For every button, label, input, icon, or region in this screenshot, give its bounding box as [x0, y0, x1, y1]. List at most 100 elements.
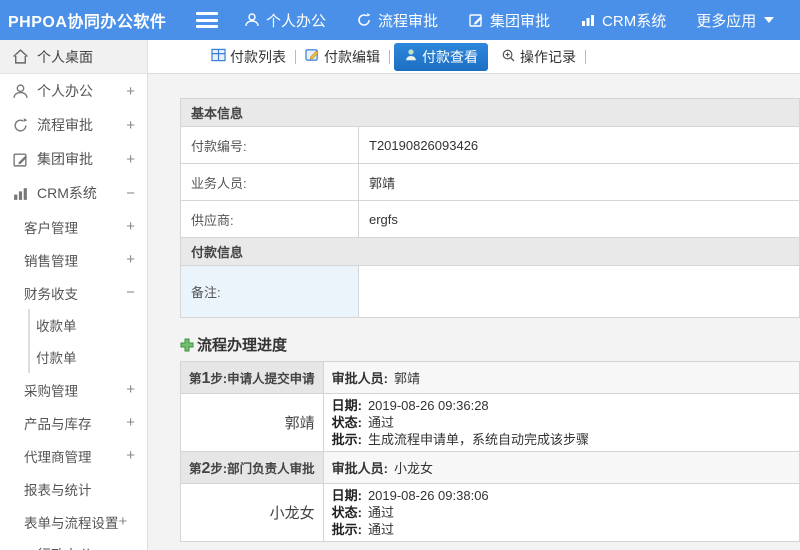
- tab-separator: [585, 49, 586, 64]
- step-header-row: 第2步:部门负责人审批 审批人员: 小龙女: [180, 451, 800, 484]
- tab-payment-list[interactable]: 付款列表: [202, 47, 295, 67]
- step-approver: 审批人员: 郭靖: [322, 361, 800, 394]
- tab-label: 付款列表: [230, 48, 286, 65]
- home-icon: [12, 48, 29, 65]
- expand-icon[interactable]: +: [126, 251, 135, 268]
- sidebar-item-personal-office[interactable]: 个人办公 +: [0, 74, 147, 108]
- sidebar-item-admin-office[interactable]: 行政办公 +: [0, 538, 147, 550]
- sidebar-item-purchase-mgmt[interactable]: 采购管理 +: [0, 373, 147, 406]
- edit-icon: [468, 12, 484, 28]
- nav-group-approval[interactable]: 集团审批: [468, 10, 550, 31]
- detail-line: 日期: 2019-08-26 09:38:06: [331, 488, 489, 503]
- collapse-icon[interactable]: −: [126, 185, 135, 202]
- sidebar-item-agent-mgmt[interactable]: 代理商管理 +: [0, 439, 147, 472]
- app-logo: PHPOA协同办公软件: [8, 14, 167, 31]
- step-detail: 日期: 2019-08-26 09:38:06 状态: 通过 批示: 通过: [322, 483, 800, 542]
- note-label: 备注:: [180, 265, 359, 318]
- sidebar-item-sales-mgmt[interactable]: 销售管理 +: [0, 243, 147, 276]
- collapse-icon[interactable]: −: [126, 284, 135, 301]
- tab-payment-view[interactable]: 付款查看: [394, 42, 488, 71]
- table-icon: [211, 48, 226, 65]
- sidebar-item-payment-order[interactable]: 付款单: [30, 341, 147, 373]
- nav-label: 流程审批: [378, 12, 439, 30]
- nav-label: 更多应用: [696, 12, 757, 30]
- approver-name: 小龙女: [180, 483, 324, 542]
- expand-icon[interactable]: +: [126, 218, 135, 235]
- sidebar-item-label: 采购管理: [24, 383, 78, 399]
- nav-personal-office[interactable]: 个人办公: [244, 10, 326, 31]
- nav-more-apps[interactable]: 更多应用: [696, 10, 775, 31]
- sidebar-item-customer-mgmt[interactable]: 客户管理 +: [0, 210, 147, 243]
- main-content: 基本信息 付款编号: T20190826093426 业务人员: 郭靖 供应商:…: [148, 74, 800, 550]
- tabbar: 付款列表 付款编辑 付款查看 操作记录: [148, 40, 800, 74]
- payment-detail-table: 基本信息 付款编号: T20190826093426 业务人员: 郭靖 供应商:…: [180, 98, 800, 318]
- expand-icon[interactable]: +: [126, 447, 135, 464]
- expand-icon[interactable]: +: [126, 547, 135, 550]
- briefcase-icon: [12, 547, 29, 550]
- sidebar-item-label: 流程审批: [37, 117, 93, 133]
- hamburger-menu-icon[interactable]: [196, 12, 218, 28]
- sidebar-item-group-approval[interactable]: 集团审批 +: [0, 142, 147, 176]
- sidebar-item-label: CRM系统: [37, 185, 97, 201]
- detail-line: 批示: 通过: [331, 522, 394, 537]
- expand-icon[interactable]: +: [126, 83, 135, 100]
- sidebar-item-label: 代理商管理: [24, 449, 92, 465]
- salesperson-value: 郭靖: [358, 163, 800, 201]
- sidebar-item-label: 个人办公: [37, 83, 93, 99]
- sidebar-item-label: 销售管理: [24, 253, 78, 269]
- supplier-value: ergfs: [358, 200, 800, 238]
- finance-submenu: 收款单 付款单: [28, 309, 147, 373]
- chevron-down-icon: [764, 17, 775, 23]
- table-row: 付款编号: T20190826093426: [180, 126, 800, 164]
- field-label: 供应商:: [180, 200, 359, 238]
- note-value: [358, 265, 800, 318]
- section-title: 付款信息: [180, 237, 800, 266]
- sidebar-item-receipt-order[interactable]: 收款单: [30, 309, 147, 341]
- sidebar-item-reports-stats[interactable]: 报表与统计: [0, 472, 147, 505]
- step-detail-row: 小龙女 日期: 2019-08-26 09:38:06 状态: 通过 批示: 通过: [180, 483, 800, 542]
- user-icon: [12, 83, 29, 100]
- person-icon: [404, 48, 418, 65]
- sidebar-item-product-inventory[interactable]: 产品与库存 +: [0, 406, 147, 439]
- sidebar-item-label: 个人桌面: [37, 48, 93, 65]
- table-row: 业务人员: 郭靖: [180, 163, 800, 201]
- expand-icon[interactable]: +: [126, 414, 135, 431]
- table-row: 备注:: [180, 265, 800, 318]
- tab-operation-log[interactable]: 操作记录: [492, 47, 585, 67]
- nav-workflow-approval[interactable]: 流程审批: [356, 10, 438, 31]
- process-steps-table: 第1步:申请人提交申请 审批人员: 郭靖 郭靖 日期: 2019-08-26 09:…: [180, 361, 800, 542]
- expand-icon[interactable]: +: [126, 151, 135, 168]
- sidebar-item-desktop[interactable]: 个人桌面: [0, 40, 147, 74]
- tab-label: 付款查看: [422, 48, 478, 65]
- expand-icon[interactable]: +: [119, 513, 128, 530]
- tab-payment-edit[interactable]: 付款编辑: [296, 47, 389, 67]
- edit-doc-icon: [305, 48, 320, 65]
- sidebar-item-label: 产品与库存: [24, 416, 92, 432]
- nav-label: CRM系统: [602, 12, 667, 30]
- sidebar-item-label: 报表与统计: [24, 482, 92, 498]
- sidebar-item-finance[interactable]: 财务收支 −: [0, 276, 147, 309]
- step-title: 第2步:部门负责人审批: [180, 451, 324, 484]
- nav-crm-system[interactable]: CRM系统: [580, 10, 666, 31]
- tab-label: 操作记录: [520, 48, 576, 65]
- cycle-arrow-icon: [356, 12, 372, 28]
- field-label: 付款编号:: [180, 126, 359, 164]
- expand-icon[interactable]: +: [126, 381, 135, 398]
- detail-line: 批示: 生成流程申请单，系统自动完成该步骤: [331, 432, 589, 447]
- detail-line: 状态: 通过: [331, 505, 394, 520]
- sidebar-item-label: 收款单: [36, 319, 77, 334]
- tab-label: 付款编辑: [324, 48, 380, 65]
- sidebar-item-label: 表单与流程设置: [24, 515, 119, 531]
- expand-icon[interactable]: +: [126, 117, 135, 134]
- sidebar: 个人桌面 个人办公 + 流程审批 + 集团审批 + CRM系统 − 客户管理 +…: [0, 40, 148, 550]
- step-approver: 审批人员: 小龙女: [322, 451, 800, 484]
- sidebar-item-crm-system[interactable]: CRM系统 −: [0, 176, 147, 210]
- heading-label: 流程办理进度: [197, 337, 288, 354]
- detail-line: 日期: 2019-08-26 09:36:28: [331, 398, 489, 413]
- payment-number-value: T20190826093426: [358, 126, 800, 164]
- sidebar-item-label: 行政办公: [37, 545, 93, 550]
- field-label: 业务人员:: [180, 163, 359, 201]
- sidebar-item-workflow-approval[interactable]: 流程审批 +: [0, 108, 147, 142]
- step-detail-row: 郭靖 日期: 2019-08-26 09:36:28 状态: 通过 批示: 生成流程申…: [180, 393, 800, 452]
- sidebar-item-form-workflow-settings[interactable]: 表单与流程设置 +: [0, 505, 147, 538]
